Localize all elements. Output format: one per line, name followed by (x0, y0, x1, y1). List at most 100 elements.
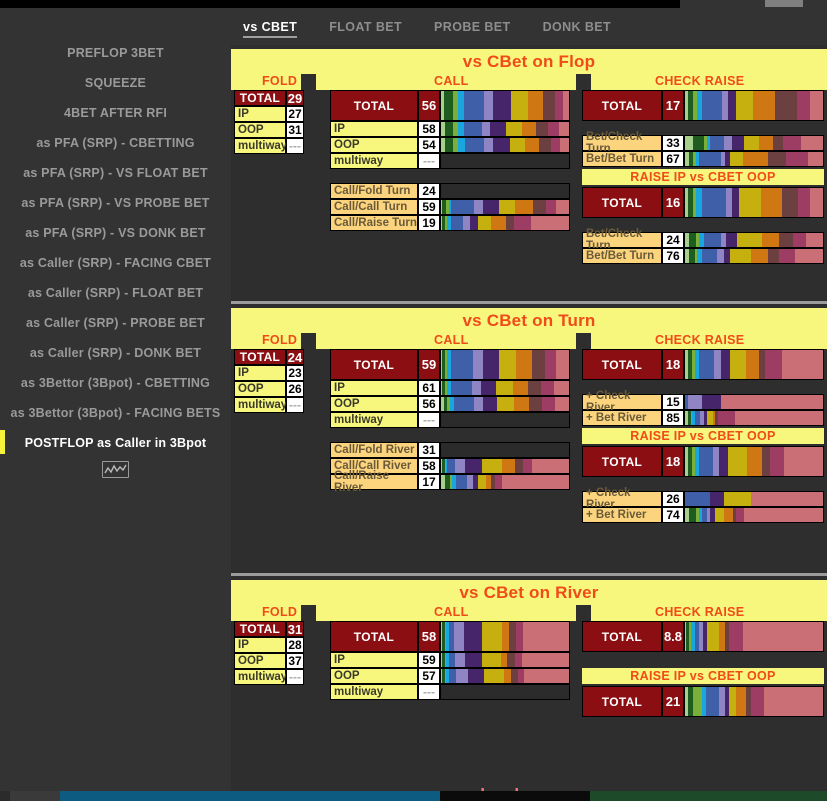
table-row[interactable]: Bet/Bet Turn 76 (582, 248, 824, 264)
row-bar (684, 491, 824, 507)
tab-label: PROBE BET (434, 20, 511, 34)
tab-2[interactable]: PROBE BET (434, 8, 511, 34)
sidebar-item-7[interactable]: as Caller (SRP) - FACING CBET (0, 248, 231, 278)
table-row[interactable]: + Bet River 74 (582, 507, 824, 523)
row-value: 17 (662, 90, 684, 121)
scrollbar-thumb[interactable] (765, 0, 803, 7)
column-header-strip: FOLD CALL CHECK RAISE (231, 333, 827, 349)
bar-segment (744, 508, 823, 522)
row-value: 16 (662, 187, 684, 218)
sidebar-item-0[interactable]: PREFLOP 3BET (0, 38, 231, 68)
table-row[interactable]: TOTAL 8.8 (582, 621, 824, 652)
sidebar-item-2[interactable]: 4BET AFTER RFI (0, 98, 231, 128)
table-row[interactable]: Call/Fold River 31 (330, 442, 570, 458)
row-value: --- (418, 153, 440, 169)
sidebar-item-13[interactable]: POSTFLOP as Caller in 3Bpot (0, 428, 231, 458)
bar-segment (705, 687, 720, 716)
sidebar-item-9[interactable]: as Caller (SRP) - PROBE BET (0, 308, 231, 338)
table-row[interactable]: OOP 37 (234, 653, 304, 669)
bar-segment (530, 216, 569, 230)
sidebar-item-4[interactable]: as PFA (SRP) - VS FLOAT BET (0, 158, 231, 188)
table-row[interactable]: multiway --- (234, 397, 304, 413)
bar-segment (709, 492, 724, 506)
table-row[interactable]: IP 59 (330, 652, 570, 668)
table-row[interactable]: Bet/Check Turn 24 (582, 228, 824, 252)
table-row[interactable]: IP 61 (330, 380, 570, 396)
bar-segment (531, 459, 569, 473)
row-value: 17 (418, 474, 440, 490)
sidebar-item-12[interactable]: as 3Bettor (3Bpot) - FACING BETS (0, 398, 231, 428)
table-row[interactable]: IP 28 (234, 637, 304, 653)
bar-segment (713, 350, 721, 379)
table-row[interactable]: TOTAL 56 (330, 90, 570, 121)
bar-segment (730, 152, 743, 166)
sidebar-item-8[interactable]: as Caller (SRP) - FLOAT BET (0, 278, 231, 308)
table-row[interactable]: IP 27 (234, 106, 304, 122)
bar-segment (529, 397, 543, 411)
sidebar-chart-icon-wrap[interactable] (0, 458, 231, 479)
table-row[interactable]: multiway --- (234, 138, 304, 154)
table-row[interactable]: multiway --- (330, 153, 570, 169)
table-row[interactable]: TOTAL 24 (234, 349, 304, 365)
table-row[interactable]: Call/Call Turn 59 (330, 199, 570, 215)
table-row[interactable]: TOTAL 31 (234, 621, 304, 637)
sidebar-item-3[interactable]: as PFA (SRP) - CBETTING (0, 128, 231, 158)
bar-segment (734, 411, 823, 425)
bar-segment (806, 233, 823, 247)
raise-ip-table: TOTAL 16 Bet/Check Turn 24 Bet/Bet Turn 76 (582, 187, 824, 264)
row-bar (440, 652, 570, 668)
bar-segment (515, 200, 534, 214)
bar-segment (689, 508, 697, 522)
row-value: 23 (286, 365, 304, 381)
table-row[interactable]: TOTAL 21 (582, 686, 824, 717)
bar-segment (718, 411, 735, 425)
table-row[interactable]: + Check River 15 (582, 390, 824, 414)
table-row[interactable]: TOTAL 18 (582, 349, 824, 380)
table-row[interactable]: OOP 57 (330, 668, 570, 684)
table-row[interactable]: + Check River 26 (582, 487, 824, 511)
table-row[interactable]: multiway --- (234, 669, 304, 685)
line-chart-icon[interactable] (102, 461, 129, 479)
bar-segment (719, 447, 728, 476)
table-row[interactable]: Call/Fold Turn 24 (330, 183, 570, 199)
bar-segment (795, 249, 823, 263)
table-row[interactable]: OOP 54 (330, 137, 570, 153)
table-row[interactable]: TOTAL 29 (234, 90, 304, 106)
tab-0[interactable]: vs CBET (243, 8, 298, 38)
table-row[interactable]: OOP 56 (330, 396, 570, 412)
table-row[interactable]: TOTAL 17 (582, 90, 824, 121)
table-row[interactable]: OOP 31 (234, 122, 304, 138)
sidebar-item-10[interactable]: as Caller (SRP) - DONK BET (0, 338, 231, 368)
sidebar-item-1[interactable]: SQUEEZE (0, 68, 231, 98)
top-black-area (0, 0, 680, 8)
bar-segment (472, 350, 484, 379)
table-row[interactable]: OOP 26 (234, 381, 304, 397)
row-label: Call/Fold Turn (330, 183, 418, 199)
sidebar-item-11[interactable]: as 3Bettor (3Bpot) - CBETTING (0, 368, 231, 398)
bar-segment (455, 459, 466, 473)
table-spacer (330, 428, 570, 442)
bar-segment (444, 122, 453, 136)
table-row[interactable]: IP 58 (330, 121, 570, 137)
table-row[interactable]: TOTAL 16 (582, 187, 824, 218)
table-row[interactable]: TOTAL 59 (330, 349, 570, 380)
table-row[interactable]: + Bet River 85 (582, 410, 824, 426)
tab-1[interactable]: FLOAT BET (329, 8, 402, 34)
sidebar-item-label: PREFLOP 3BET (67, 46, 164, 60)
table-row[interactable]: Bet/Bet Turn 67 (582, 151, 824, 167)
tab-3[interactable]: DONK BET (543, 8, 611, 34)
table-row[interactable]: Call/Raise River 17 (330, 470, 570, 494)
column-header-check-raise: CHECK RAISE (655, 74, 745, 88)
bar-segment (554, 91, 563, 120)
table-row[interactable]: multiway --- (330, 412, 570, 428)
table-row[interactable]: Call/Raise Turn 19 (330, 215, 570, 231)
sidebar-item-6[interactable]: as PFA (SRP) - VS DONK BET (0, 218, 231, 248)
table-row[interactable]: IP 23 (234, 365, 304, 381)
bar-segment (687, 395, 702, 409)
table-row[interactable]: TOTAL 58 (330, 621, 570, 652)
table-row[interactable]: Bet/Check Turn 33 (582, 131, 824, 155)
sidebar-item-5[interactable]: as PFA (SRP) - VS PROBE BET (0, 188, 231, 218)
bar-segment (745, 350, 760, 379)
table-row[interactable]: multiway --- (330, 684, 570, 700)
table-row[interactable]: TOTAL 18 (582, 446, 824, 477)
